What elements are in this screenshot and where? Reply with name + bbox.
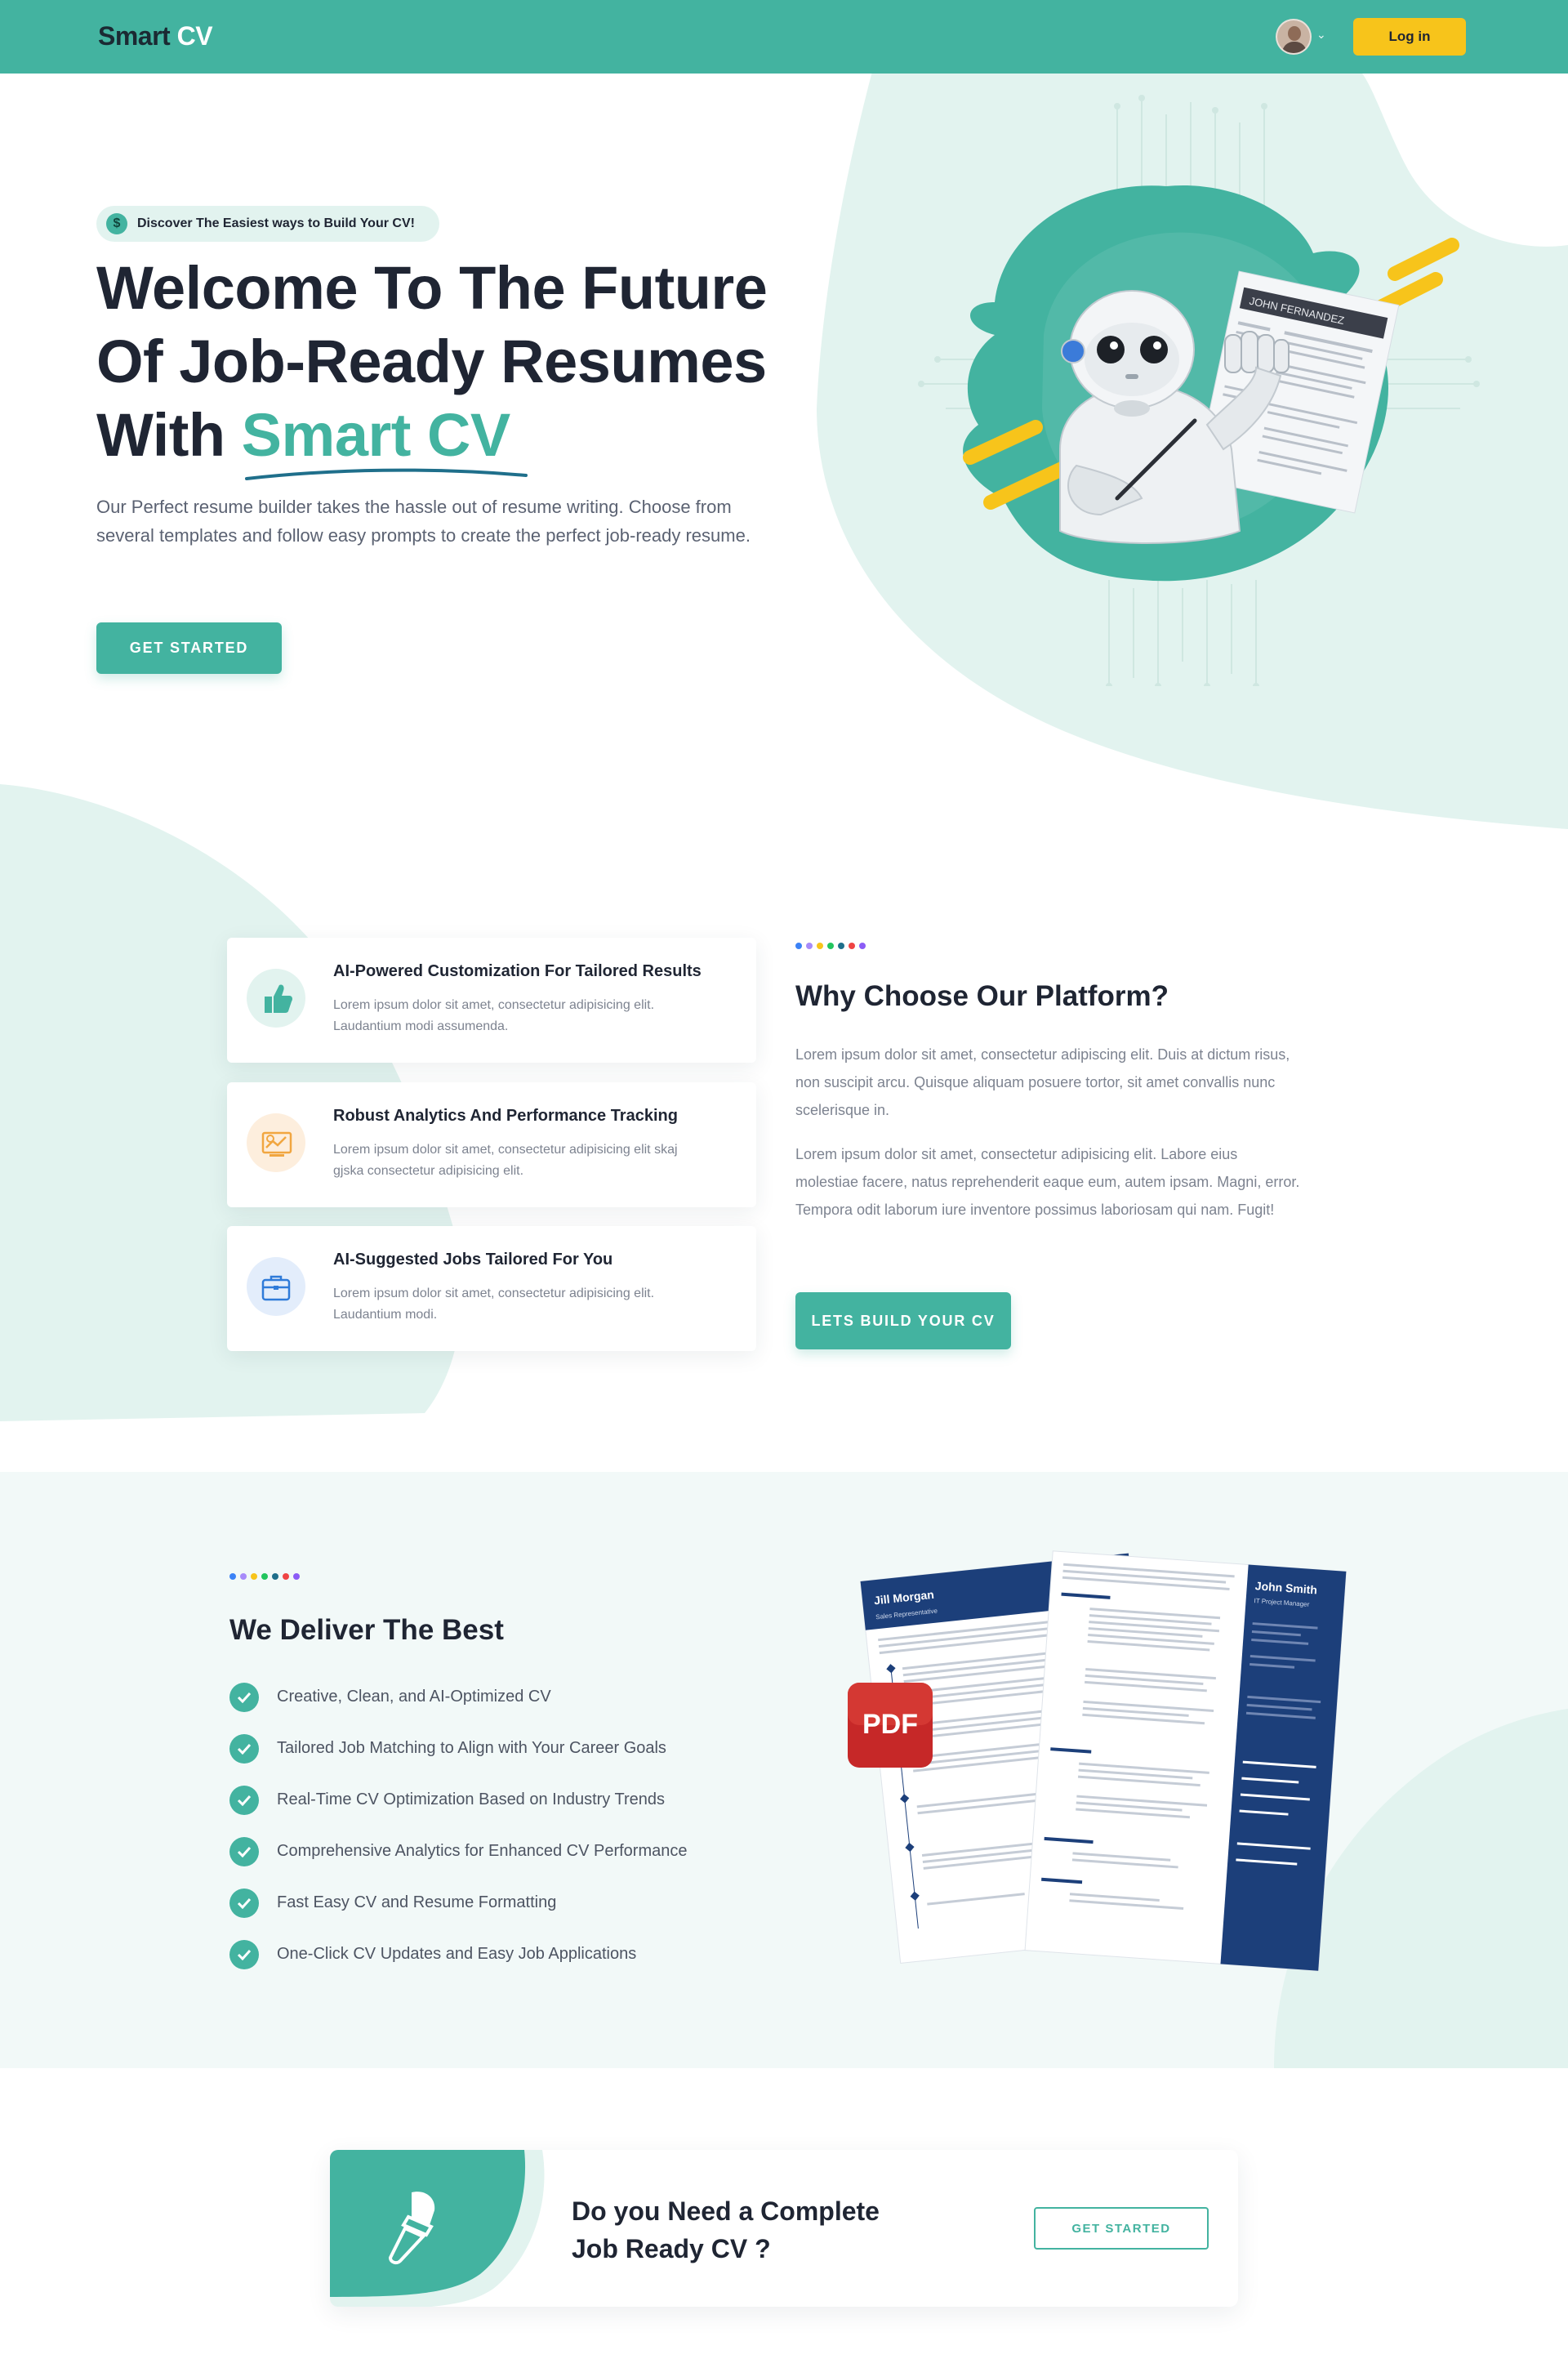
feature-card-title: AI-Powered Customization For Tailored Re… <box>333 962 702 980</box>
decorative-dot <box>859 943 866 949</box>
logo-text-cv: CV <box>176 21 213 51</box>
checkmark-icon <box>229 1734 259 1764</box>
decorative-dot <box>293 1573 300 1580</box>
title-underline-swash <box>245 468 528 480</box>
hero-title-line2: Of Job-Ready Resumes <box>96 328 767 395</box>
hero-title-line1: Welcome To The Future <box>96 254 768 322</box>
list-item: Fast Easy CV and Resume Formatting <box>229 1889 687 1940</box>
feature-card-customization[interactable]: AI-Powered Customization For Tailored Re… <box>227 938 756 1063</box>
feature-card-text: Lorem ipsum dolor sit amet, consectetur … <box>333 998 655 1033</box>
decorative-dots <box>795 943 866 949</box>
checkmark-icon <box>229 1837 259 1866</box>
list-item-label: Fast Easy CV and Resume Formatting <box>277 1893 557 1911</box>
list-item-label: Real-Time CV Optimization Based on Indus… <box>277 1790 666 1808</box>
checkmark-icon <box>229 1786 259 1815</box>
list-item-label: One-Click CV Updates and Easy Job Applic… <box>277 1945 637 1963</box>
feature-card-analytics[interactable]: Robust Analytics And Performance Trackin… <box>227 1082 756 1207</box>
feature-card-text: Lorem ipsum dolor sit amet, consectetur … <box>333 1143 678 1178</box>
paint-brush-icon <box>388 2192 435 2265</box>
list-item: Comprehensive Analytics for Enhanced CV … <box>229 1837 687 1889</box>
benefits-list: Creative, Clean, and AI-Optimized CV Tai… <box>229 1683 687 1991</box>
user-avatar[interactable] <box>1276 19 1312 55</box>
chevron-down-icon[interactable]: ⌄ <box>1316 28 1326 42</box>
top-navbar: Smart CV ⌄ Log in <box>0 0 1568 74</box>
feature-card-text: Lorem ipsum dolor sit amet, consectetur … <box>333 1287 655 1322</box>
hero-description: Our Perfect resume builder takes the has… <box>96 497 751 546</box>
why-choose-title: Why Choose Our Platform? <box>795 980 1169 1012</box>
list-item: Tailored Job Matching to Align with Your… <box>229 1734 687 1786</box>
list-item: Real-Time CV Optimization Based on Indus… <box>229 1786 687 1837</box>
robot-holding-resume-illustration: JOHN FERNANDEZ <box>918 95 1480 686</box>
decorative-dot <box>272 1573 278 1580</box>
feature-card-title: AI-Suggested Jobs Tailored For You <box>333 1251 613 1269</box>
hero-badge: $ Discover The Easiest ways to Build You… <box>96 206 439 242</box>
list-item: One-Click CV Updates and Easy Job Applic… <box>229 1940 687 1991</box>
decorative-dot <box>795 943 802 949</box>
hero-title-highlight: Smart CV <box>241 401 511 469</box>
decorative-dot <box>251 1573 257 1580</box>
list-item-label: Comprehensive Analytics for Enhanced CV … <box>277 1842 688 1860</box>
decorative-dot <box>849 943 855 949</box>
cta-get-started-button[interactable]: GET STARTED <box>1034 2207 1209 2250</box>
avatar-body-shape <box>1282 42 1307 53</box>
list-item-label: Creative, Clean, and AI-Optimized CV <box>277 1688 551 1706</box>
decorative-dot <box>261 1573 268 1580</box>
decorative-dot <box>283 1573 289 1580</box>
feature-card-title: Robust Analytics And Performance Trackin… <box>333 1107 678 1125</box>
cta-banner: Do you Need a Complete Job Ready CV ? GE… <box>330 2150 1238 2307</box>
thumbs-up-icon <box>247 969 305 1028</box>
cta-title: Do you Need a Complete Job Ready CV ? <box>572 2196 880 2263</box>
svg-text:PDF: PDF <box>862 1709 918 1740</box>
list-item: Creative, Clean, and AI-Optimized CV <box>229 1683 687 1734</box>
checkmark-icon <box>229 1889 259 1918</box>
lets-build-cv-button[interactable]: LETS BUILD YOUR CV <box>795 1292 1011 1349</box>
decorative-dots <box>229 1573 300 1580</box>
decorative-dot <box>240 1573 247 1580</box>
decorative-dot <box>838 943 844 949</box>
avatar-head-shape <box>1288 26 1301 41</box>
feature-card-jobs[interactable]: AI-Suggested Jobs Tailored For You Lorem… <box>227 1226 756 1351</box>
decorative-dot <box>827 943 834 949</box>
checkmark-icon <box>229 1940 259 1969</box>
logo-text-smart: Smart <box>98 21 171 51</box>
resume-templates-illustration: Jill Morgan Sales Representative John Sm… <box>848 1550 1347 1972</box>
decorative-dot <box>806 943 813 949</box>
deliver-title: We Deliver The Best <box>229 1614 504 1646</box>
hero-title: Welcome To The Future Of Job-Ready Resum… <box>96 252 831 472</box>
get-started-button[interactable]: GET STARTED <box>96 622 282 674</box>
list-item-label: Tailored Job Matching to Align with Your… <box>277 1739 666 1757</box>
checkmark-icon <box>229 1683 259 1712</box>
why-choose-paragraph-2: Lorem ipsum dolor sit amet, consectetur … <box>795 1146 1300 1218</box>
analytics-icon <box>247 1113 305 1172</box>
decorative-dot <box>817 943 823 949</box>
dollar-icon: $ <box>106 213 127 234</box>
why-choose-paragraph-1: Lorem ipsum dolor sit amet, consectetur … <box>795 1046 1290 1118</box>
decorative-dot <box>229 1573 236 1580</box>
briefcase-icon <box>247 1257 305 1316</box>
logo[interactable]: Smart CV <box>98 21 213 51</box>
hero-badge-text: Discover The Easiest ways to Build Your … <box>137 216 415 230</box>
hero-title-line3: With <box>96 401 242 469</box>
login-button[interactable]: Log in <box>1353 18 1466 56</box>
